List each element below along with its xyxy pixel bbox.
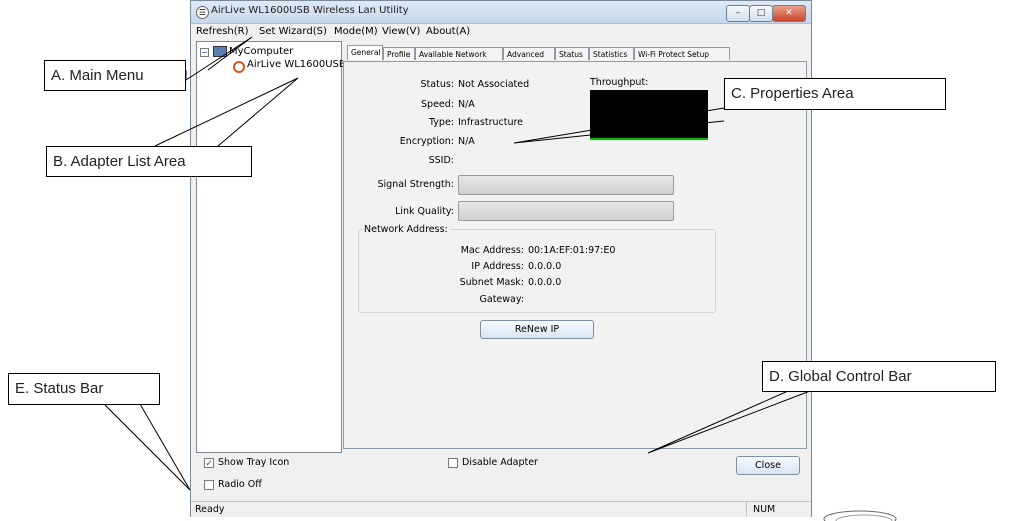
callout-main-menu: A. Main Menu xyxy=(44,60,186,91)
callout-line-status-bar xyxy=(103,403,191,491)
decorative-swoosh xyxy=(823,510,897,521)
mac-address-label: Mac Address: xyxy=(460,245,524,256)
tab-available-network[interactable]: Available Network xyxy=(415,47,503,60)
status-bar: Ready NUM xyxy=(191,501,811,517)
computer-icon xyxy=(213,46,227,57)
status-divider xyxy=(746,502,747,517)
tab-status[interactable]: Status xyxy=(555,47,589,60)
app-window: ☰ AirLive WL1600USB Wireless Lan Utility… xyxy=(190,0,812,517)
menu-mode[interactable]: Mode(M) xyxy=(334,26,378,37)
minimize-button[interactable]: – xyxy=(726,5,750,22)
title-bar[interactable]: ☰ AirLive WL1600USB Wireless Lan Utility… xyxy=(191,1,811,24)
signal-strength-bar xyxy=(458,175,674,195)
disable-adapter-checkbox[interactable] xyxy=(448,458,458,468)
num-lock-indicator: NUM xyxy=(753,504,776,515)
show-tray-icon-label: Show Tray Icon xyxy=(218,457,290,468)
tree-item-adapter[interactable]: AirLive WL1600USB xyxy=(247,59,346,70)
tree-expander-icon[interactable]: − xyxy=(200,48,209,57)
show-tray-icon-checkbox[interactable]: ✓ xyxy=(204,458,214,469)
subnet-mask-label: Subnet Mask: xyxy=(459,277,524,288)
maximize-button[interactable]: □ xyxy=(749,5,773,22)
speed-value: N/A xyxy=(458,99,475,110)
callout-global-control: D. Global Control Bar xyxy=(762,361,996,392)
encryption-label: Encryption: xyxy=(399,136,454,147)
disable-adapter-label: Disable Adapter xyxy=(462,457,538,468)
ip-address-value: 0.0.0.0 xyxy=(528,261,562,272)
type-value: Infrastructure xyxy=(458,117,524,128)
ssid-label: SSID: xyxy=(428,155,454,166)
close-window-button[interactable]: ✕ xyxy=(772,5,806,22)
status-value: Not Associated xyxy=(458,79,530,90)
tab-advanced[interactable]: Advanced xyxy=(503,47,555,60)
general-panel: Status: Not Associated Speed: N/A Type: … xyxy=(343,61,807,449)
tab-profile[interactable]: Profile xyxy=(383,47,415,60)
close-button[interactable]: Close xyxy=(736,456,800,475)
subnet-mask-value: 0.0.0.0 xyxy=(528,277,562,288)
link-quality-bar xyxy=(458,201,674,221)
speed-label: Speed: xyxy=(421,99,454,110)
adapter-list: − MyComputer AirLive WL1600USB xyxy=(196,41,346,453)
menu-about[interactable]: About(A) xyxy=(426,26,470,37)
main-menu: Refresh(R) Set Wizard(S) Mode(M) View(V)… xyxy=(191,24,811,40)
menu-refresh[interactable]: Refresh(R) xyxy=(196,26,249,37)
renew-ip-button[interactable]: ReNew IP xyxy=(480,320,594,339)
type-label: Type: xyxy=(428,117,454,128)
network-address-label: Network Address: xyxy=(364,224,450,235)
decorative-swoosh-inner xyxy=(835,514,893,521)
tree-item-mycomputer[interactable]: MyComputer xyxy=(229,46,293,57)
callout-status-bar: E. Status Bar xyxy=(8,373,160,405)
callout-adapter-list: B. Adapter List Area xyxy=(46,146,252,177)
tab-general[interactable]: General xyxy=(347,45,383,60)
signal-strength-label: Signal Strength: xyxy=(377,179,455,190)
tab-wifi-protect-setup[interactable]: Wi-Fi Protect Setup xyxy=(634,47,730,60)
callout-properties: C. Properties Area xyxy=(724,78,946,110)
throughput-graph xyxy=(590,90,708,140)
ip-address-label: IP Address: xyxy=(471,261,524,272)
tab-statistics[interactable]: Statistics xyxy=(589,47,634,60)
menu-view[interactable]: View(V) xyxy=(382,26,420,37)
link-quality-label: Link Quality: xyxy=(395,206,454,217)
window-title: AirLive WL1600USB Wireless Lan Utility xyxy=(211,5,409,16)
gateway-label: Gateway: xyxy=(479,294,524,305)
status-label: Status: xyxy=(420,79,454,90)
throughput-label: Throughput: xyxy=(590,77,649,88)
status-text: Ready xyxy=(195,504,225,515)
radio-off-checkbox[interactable] xyxy=(204,480,214,490)
encryption-value: N/A xyxy=(458,136,475,147)
wireless-adapter-icon xyxy=(233,61,245,73)
mac-address-value: 00:1A:EF:01:97:E0 xyxy=(528,245,616,256)
menu-set-wizard[interactable]: Set Wizard(S) xyxy=(259,26,327,37)
app-icon: ☰ xyxy=(196,6,209,19)
radio-off-label: Radio Off xyxy=(218,479,262,490)
